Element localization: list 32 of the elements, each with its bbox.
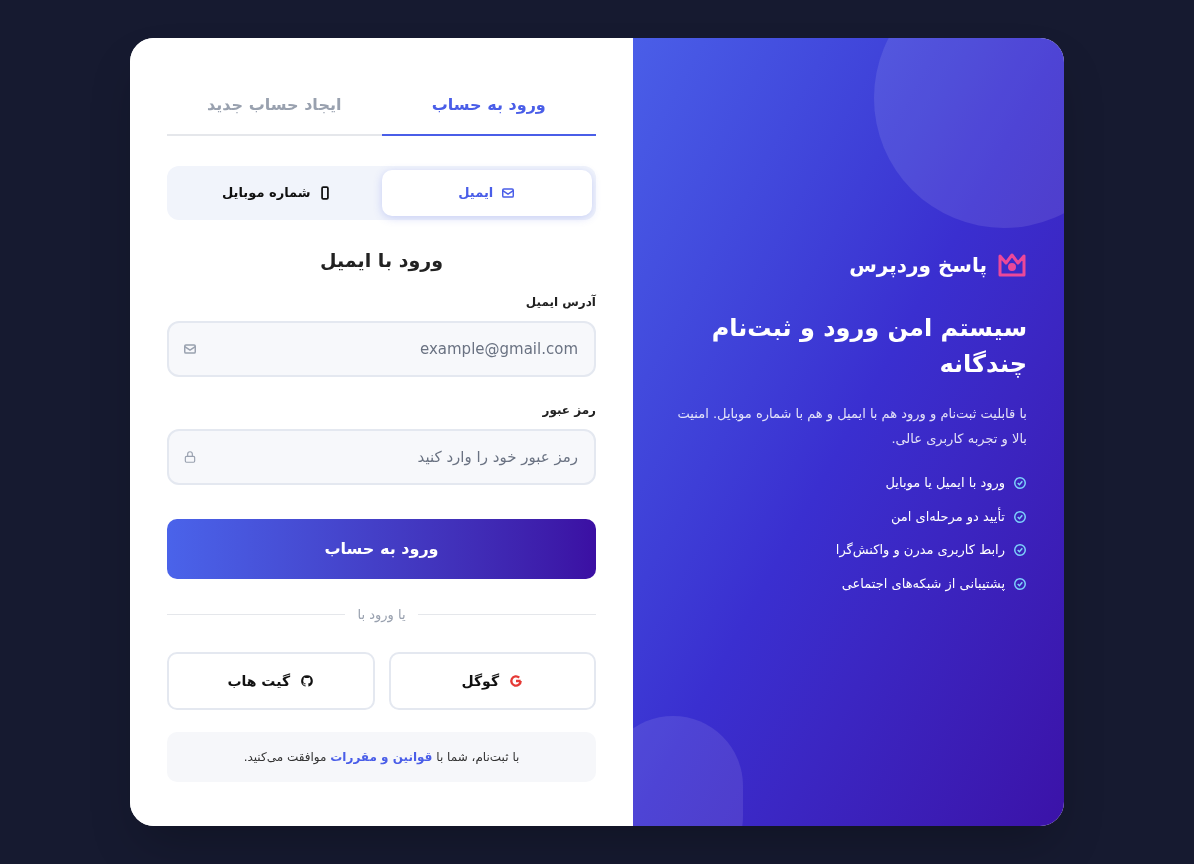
- headline: سیستم امن ورود و ثبت‌نام چندگانه: [710, 313, 1027, 380]
- envelope-icon: [183, 341, 197, 356]
- check-circle-icon: [1013, 476, 1027, 491]
- terms-text: با ثبت‌نام، شما با قوانین و مقررات موافقت می‌کنید.: [243, 749, 520, 766]
- divider-text: یا ورود با: [357, 605, 406, 624]
- check-circle-icon: [1013, 576, 1027, 591]
- phone-icon: [318, 186, 331, 200]
- method-tab[interactable]: شماره موبایل: [171, 170, 382, 216]
- field-label: آدرس ایمیل: [524, 293, 596, 311]
- email-field[interactable]: example@gmail.com: [167, 320, 596, 377]
- social-button[interactable]: گیت هاب: [167, 652, 375, 710]
- feature-text: رابط کاربری مدرن و واکنش‌گرا: [835, 541, 1005, 560]
- cat-logo-icon: [300, 674, 315, 688]
- feature-text: تأیید دو مرحله‌ای امن: [890, 506, 1005, 527]
- description: با قابلیت ثبت‌نام و ورود هم با ایمیل و هم با شماره موبایل. امنیت بالا و تجربه کاربری عالی.: [676, 405, 1027, 449]
- check-circle-icon: [1013, 543, 1027, 558]
- lock-icon: [183, 449, 197, 464]
- feature-text: پشتیبانی از شبکه‌های اجتماعی: [841, 574, 1005, 594]
- submit-button[interactable]: ورود به حساب: [167, 518, 596, 579]
- crown-icon: [997, 252, 1027, 278]
- form-title: ورود با ایمیل: [319, 248, 444, 274]
- field-label: رمز عبور: [541, 401, 596, 419]
- password-field[interactable]: رمز عبور خود را وارد کنید: [167, 428, 596, 485]
- terms-link[interactable]: قوانین و مقررات: [330, 750, 433, 764]
- g-letter-icon: [509, 674, 524, 688]
- check-circle-icon: [1013, 509, 1027, 524]
- feature-text: ورود با ایمیل یا موبایل: [885, 474, 1005, 493]
- tab[interactable]: ورود به حساب: [381, 76, 596, 136]
- envelope-icon: [501, 186, 516, 200]
- social-button[interactable]: گوگل: [388, 652, 596, 710]
- method-tab[interactable]: ایمیل: [381, 170, 592, 216]
- brand-name: پاسخ وردپرس: [849, 252, 987, 280]
